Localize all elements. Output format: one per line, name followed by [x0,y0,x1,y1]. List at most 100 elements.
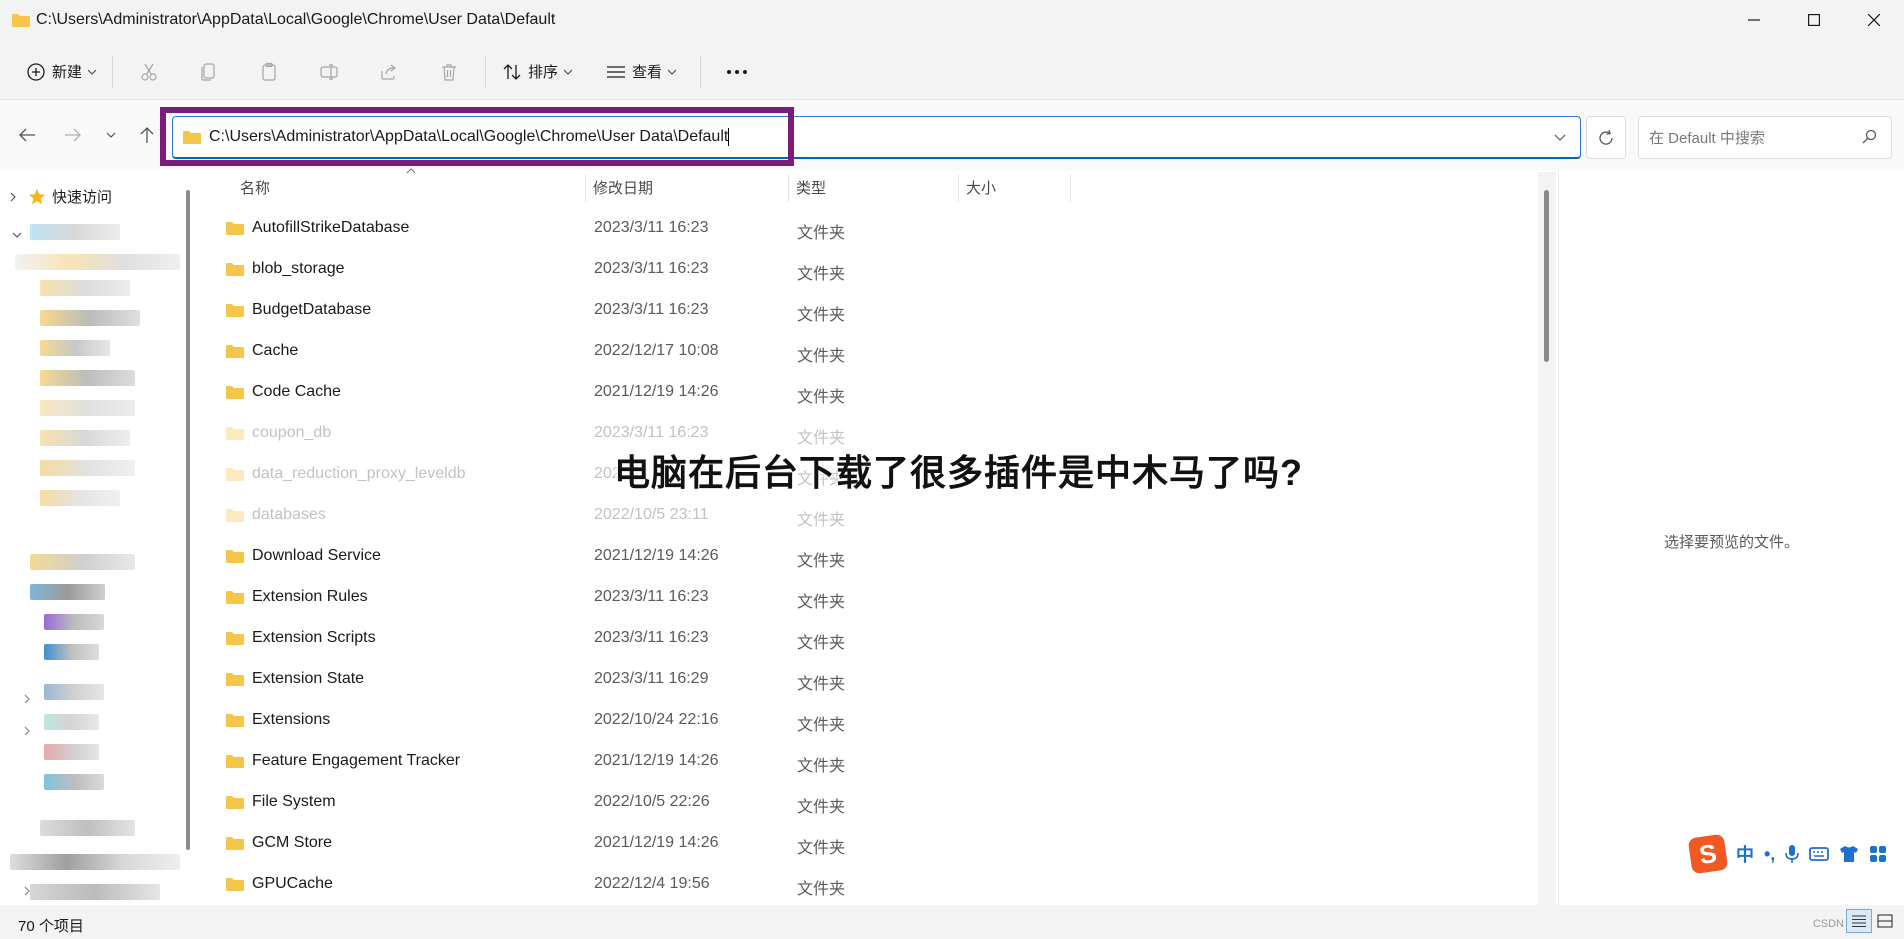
minimize-icon [1748,19,1760,21]
skin-shirt-icon[interactable] [1839,845,1859,863]
sort-button[interactable]: 排序 [492,52,582,92]
file-date-modified: 2021/12/19 14:26 [594,752,719,769]
file-row[interactable]: GPUCache 2022/12/4 19:56 文件夹 [200,865,1540,906]
blurred-nav-item [44,774,104,790]
file-row[interactable]: Code Cache 2021/12/19 14:26 文件夹 [200,373,1540,414]
up-button[interactable] [132,120,162,150]
file-row[interactable]: GCM Store 2021/12/19 14:26 文件夹 [200,824,1540,865]
column-header-type[interactable]: 类型 [796,172,826,202]
file-type: 文件夹 [797,594,846,611]
file-list-scrollbar-thumb[interactable] [1544,190,1549,362]
new-button[interactable]: 新建 [16,52,106,92]
file-name: Extension Rules [252,588,368,605]
maximize-button[interactable] [1784,0,1844,40]
search-box[interactable]: 在 Default 中搜索 [1638,116,1892,159]
command-bar: 新建 排序 查看 [0,44,1904,100]
blurred-nav-item [44,684,104,700]
file-row[interactable]: Extension State 2023/3/11 16:29 文件夹 [200,660,1540,701]
file-name: Cache [252,342,299,359]
file-row[interactable]: File System 2022/10/5 22:26 文件夹 [200,783,1540,824]
more-options-button[interactable] [707,52,767,92]
scissors-icon [141,63,157,81]
chevron-right-icon[interactable] [24,726,30,736]
chevron-down-icon[interactable] [12,232,22,238]
file-name: databases [252,506,326,523]
minimize-button[interactable] [1724,0,1784,40]
column-divider[interactable] [585,174,586,202]
column-divider[interactable] [1070,174,1071,202]
view-button[interactable]: 查看 [596,52,686,92]
file-type: 文件夹 [797,307,846,324]
file-type: 文件夹 [797,881,846,898]
search-icon [1862,129,1877,144]
back-button[interactable] [12,120,42,150]
microphone-icon[interactable] [1785,844,1800,864]
blurred-nav-item [40,490,120,506]
chevron-down-icon [88,69,97,75]
blurred-nav-item [44,644,99,660]
folder-icon [226,386,244,399]
column-divider[interactable] [788,174,789,202]
file-name: Extensions [252,711,331,728]
file-date-modified: 2023/3/11 16:23 [594,424,709,441]
folder-icon [226,304,244,317]
sogou-logo-icon[interactable]: S [1687,833,1729,875]
column-divider[interactable] [958,174,959,202]
file-row[interactable]: AutofillStrikeDatabase 2023/3/11 16:23 文件夹 [200,209,1540,250]
refresh-button[interactable] [1586,116,1626,159]
column-header-size[interactable]: 大小 [966,172,996,202]
trash-icon [442,63,457,81]
copy-button[interactable] [179,52,239,92]
folder-icon [226,755,244,768]
tiles-view-icon [1877,914,1893,928]
file-row[interactable]: Extension Rules 2023/3/11 16:23 文件夹 [200,578,1540,619]
file-name: Code Cache [252,383,341,400]
cut-button[interactable] [119,52,179,92]
sidebar-item-quick-access[interactable]: 快速访问 [10,186,112,207]
share-button[interactable] [359,52,419,92]
delete-button[interactable] [419,52,479,92]
ime-language-toggle[interactable]: 中 [1736,841,1754,867]
folder-icon [226,263,244,276]
paste-button[interactable] [239,52,299,92]
folder-icon [226,222,244,235]
clipboard-icon [262,62,276,81]
file-row[interactable]: BudgetDatabase 2023/3/11 16:23 文件夹 [200,291,1540,332]
close-button[interactable] [1844,0,1904,40]
chevron-right-icon[interactable] [24,886,30,896]
file-row[interactable]: Feature Engagement Tracker 2021/12/19 14:… [200,742,1540,783]
file-date-modified: 2023/3/11 16:23 [594,588,709,605]
file-date-modified: 2021/12/19 14:26 [594,834,719,851]
file-row[interactable]: databases 2022/10/5 23:11 文件夹 [200,496,1540,537]
blurred-nav-item [40,370,135,386]
file-type: 文件夹 [797,266,846,283]
file-row[interactable]: Cache 2022/12/17 10:08 文件夹 [200,332,1540,373]
recent-locations-button[interactable] [96,120,126,150]
blurred-nav-item [44,714,99,730]
file-row[interactable]: Extension Scripts 2023/3/11 16:23 文件夹 [200,619,1540,660]
chevron-right-icon [10,192,16,201]
toolbox-grid-icon[interactable] [1869,845,1887,863]
ime-punctuation-toggle[interactable]: •, [1764,844,1775,865]
forward-button[interactable] [58,120,88,150]
keyboard-icon[interactable] [1809,846,1830,862]
view-button-label: 查看 [632,64,663,81]
file-name: Extension State [252,670,365,687]
file-name: coupon_db [252,424,332,441]
column-header-row: 名称 修改日期 类型 大小 [200,172,1540,202]
chevron-down-icon[interactable] [1554,129,1566,145]
folder-icon [226,878,244,891]
folder-icon [226,509,244,522]
details-view-button[interactable] [1846,909,1872,933]
large-icons-view-button[interactable] [1872,909,1898,933]
chevron-right-icon[interactable] [24,694,30,704]
column-header-name[interactable]: 名称 [240,172,270,202]
file-type: 文件夹 [797,635,846,652]
ime-toolbar: S 中 •, [1687,833,1904,875]
rename-button[interactable] [299,52,359,92]
file-row[interactable]: Download Service 2021/12/19 14:26 文件夹 [200,537,1540,578]
column-header-date[interactable]: 修改日期 [593,172,653,202]
sidebar-scrollbar[interactable] [186,190,190,850]
file-row[interactable]: blob_storage 2023/3/11 16:23 文件夹 [200,250,1540,291]
file-row[interactable]: Extensions 2022/10/24 22:16 文件夹 [200,701,1540,742]
